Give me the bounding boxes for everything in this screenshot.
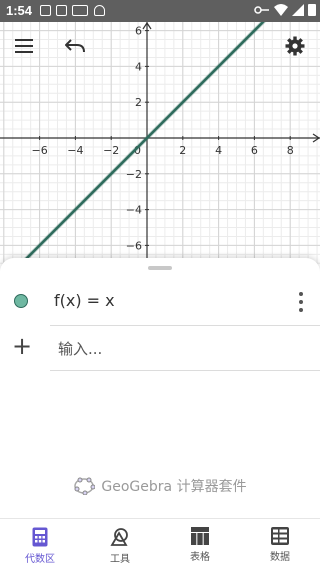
x-tick-label: −2 [103,144,119,157]
y-tick-label: −4 [126,204,142,217]
tab-algebra[interactable]: 代数区 [0,519,80,569]
tab-tools[interactable]: 工具 [80,519,160,569]
status-time: 1:54 [6,3,33,18]
visibility-toggle[interactable] [14,294,28,308]
plus-icon[interactable]: + [12,332,32,360]
gear-icon [285,36,305,56]
menu-button[interactable] [6,28,42,64]
y-tick-label: −2 [126,168,142,181]
table-icon [191,527,209,545]
branding-text: GeoGebra 计算器套件 [101,479,247,495]
more-options-icon[interactable] [298,292,304,312]
app-notification-icon [72,5,88,16]
bottom-navigation: 代数区 工具 表格 数据 [0,518,320,569]
algebra-input-row[interactable]: + 输入... [0,326,320,370]
key-icon [254,5,269,14]
x-tick-label: −4 [67,144,83,157]
calculator-icon [32,527,48,547]
shapes-tool-icon [110,528,128,546]
drag-handle[interactable] [148,266,172,270]
x-tick-label: 8 [287,144,294,157]
x-tick-label: −6 [31,144,47,157]
data-grid-icon [271,527,289,545]
geogebra-logo-icon [74,477,96,495]
hamburger-icon [15,39,33,53]
tab-tools-label: 工具 [110,554,130,565]
wifi-icon [274,3,288,16]
y-tick-label: 6 [135,25,142,38]
undo-button[interactable] [57,28,93,64]
tab-table-label: 表格 [190,552,210,563]
row-divider [50,370,320,371]
status-bar: 1:54 [0,0,320,22]
tab-data-label: 数据 [270,552,290,563]
x-tick-label: 6 [251,144,258,157]
tab-table[interactable]: 表格 [160,519,240,569]
graphics-view[interactable]: −6 −4 −2 0 2 4 6 8 6 4 2 −2 −4 −6 [0,22,320,265]
algebra-row-function[interactable]: f(x) = x [0,280,320,324]
image-notification-icon [56,5,67,16]
x-tick-label: 4 [215,144,222,157]
android-icon [94,5,105,16]
y-tick-label: −6 [126,239,142,252]
signal-icon [292,3,304,16]
graph-canvas[interactable]: −6 −4 −2 0 2 4 6 8642−2−4−6 [0,22,320,265]
y-tick-label: 4 [135,60,142,73]
algebra-input[interactable]: 输入... [58,338,102,359]
function-expression[interactable]: f(x) = x [54,291,115,310]
x-tick-label: 2 [179,144,186,157]
tab-data[interactable]: 数据 [240,519,320,569]
y-tick-label: 2 [135,96,142,109]
battery-icon [308,4,316,16]
undo-icon [65,39,85,53]
algebra-panel: f(x) = x + 输入... GeoGebra 计算器套件 [0,258,320,518]
notification-icon [40,5,51,16]
branding: GeoGebra 计算器套件 [0,476,320,496]
settings-button[interactable] [277,28,313,64]
tab-algebra-label: 代数区 [25,554,55,565]
